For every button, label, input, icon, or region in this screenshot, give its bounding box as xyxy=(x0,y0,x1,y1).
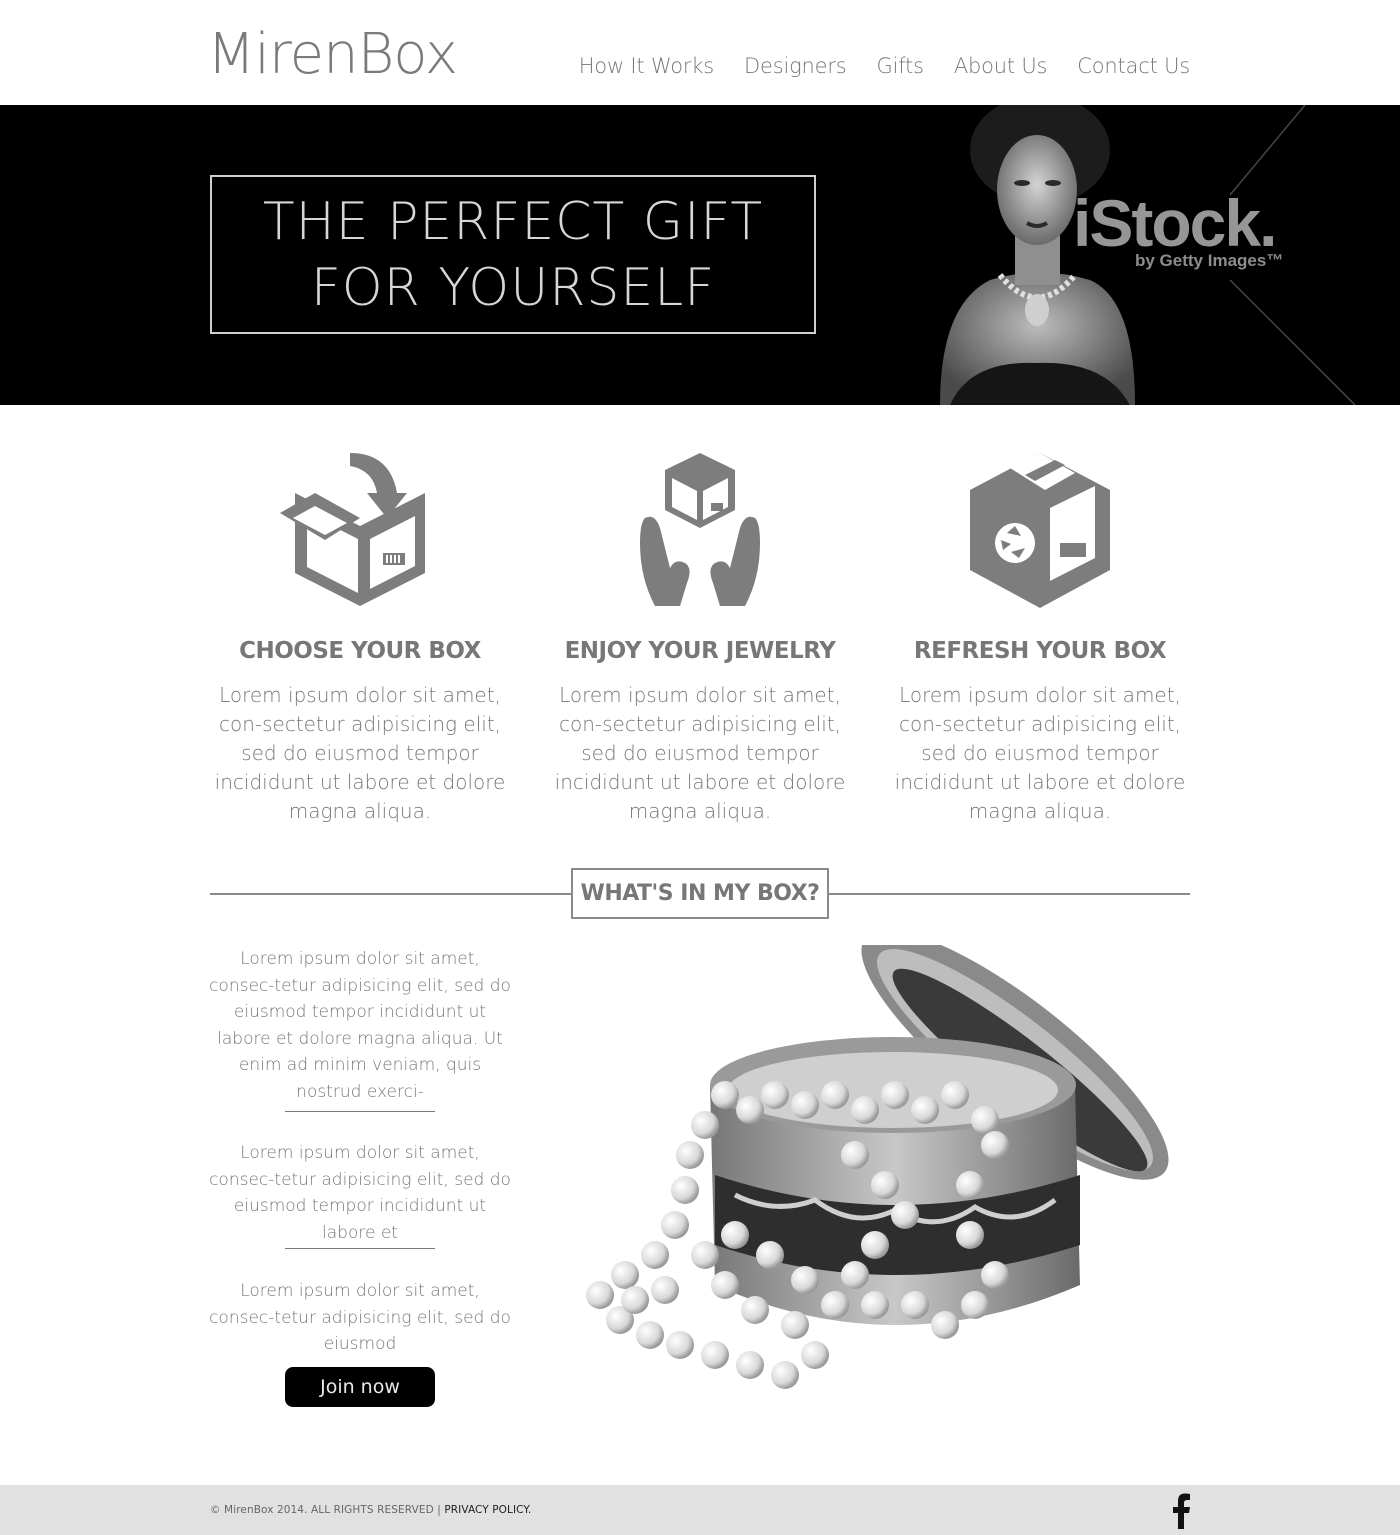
jewelry-box-photo xyxy=(586,945,1169,1389)
join-now-button[interactable]: Join now xyxy=(285,1367,435,1407)
nav-contact-us[interactable]: Contact Us xyxy=(1077,54,1190,78)
site-footer: © MirenBox 2014. ALL RIGHTS RESERVED | P… xyxy=(0,1485,1400,1535)
box-description-2: Lorem ipsum dolor sit amet, consec-tetur… xyxy=(209,1143,511,1243)
istock-watermark-sub: by Getty Images™ xyxy=(1135,251,1284,270)
paragraph-separator xyxy=(285,1111,435,1112)
hero-banner: THE PERFECT GIFT FOR YOURSELF iStock. by… xyxy=(0,105,1400,405)
box-description-3: Lorem ipsum dolor sit amet, consec-tetur… xyxy=(209,1281,511,1354)
footer-copyright: © MirenBox 2014. ALL RIGHTS RESERVED | P… xyxy=(210,1504,531,1516)
istock-watermark: iStock. xyxy=(1073,186,1277,260)
open-box-arrow-icon xyxy=(280,453,425,606)
feature-text: Lorem ipsum dolor sit amet, con-sectetur… xyxy=(894,683,1186,823)
section-divider-right xyxy=(829,893,1190,895)
section-divider-left xyxy=(210,893,571,895)
feature-choose-box: CHOOSE YOUR BOX Lorem ipsum dolor sit am… xyxy=(200,448,520,826)
copyright-text: © MirenBox 2014. ALL RIGHTS RESERVED | xyxy=(210,1504,441,1516)
box-description-1: Lorem ipsum dolor sit amet, consec-tetur… xyxy=(209,949,511,1102)
site-header: MirenBox How It Works Designers Gifts Ab… xyxy=(0,0,1400,105)
main-nav: How It Works Designers Gifts About Us Co… xyxy=(579,54,1190,78)
nav-about-us[interactable]: About Us xyxy=(954,54,1048,78)
hands-holding-box-icon xyxy=(640,453,760,606)
feature-title: REFRESH YOUR BOX xyxy=(913,638,1167,664)
nav-gifts[interactable]: Gifts xyxy=(877,54,925,78)
recycle-box-icon xyxy=(970,453,1110,608)
paragraph-separator xyxy=(285,1248,435,1249)
feature-enjoy-jewelry: ENJOY YOUR JEWELRY Lorem ipsum dolor sit… xyxy=(540,448,860,826)
facebook-icon[interactable] xyxy=(1170,1493,1192,1529)
section-title: WHAT'S IN MY BOX? xyxy=(571,868,829,919)
feature-refresh-box: REFRESH YOUR BOX Lorem ipsum dolor sit a… xyxy=(880,448,1200,826)
nav-designers[interactable]: Designers xyxy=(744,54,847,78)
hero-headline-line-1: THE PERFECT GIFT xyxy=(262,191,764,252)
feature-title: CHOOSE YOUR BOX xyxy=(239,638,481,664)
feature-title: ENJOY YOUR JEWELRY xyxy=(564,638,836,664)
logo[interactable]: MirenBox xyxy=(207,22,458,87)
hero-headline-box: THE PERFECT GIFT FOR YOURSELF xyxy=(210,175,816,334)
nav-how-it-works[interactable]: How It Works xyxy=(579,54,715,78)
feature-text: Lorem ipsum dolor sit amet, con-sectetur… xyxy=(214,683,506,823)
privacy-policy-link[interactable]: PRIVACY POLICY. xyxy=(444,1504,531,1516)
feature-text: Lorem ipsum dolor sit amet, con-sectetur… xyxy=(554,683,846,823)
hero-headline-line-2: FOR YOURSELF xyxy=(310,257,716,318)
